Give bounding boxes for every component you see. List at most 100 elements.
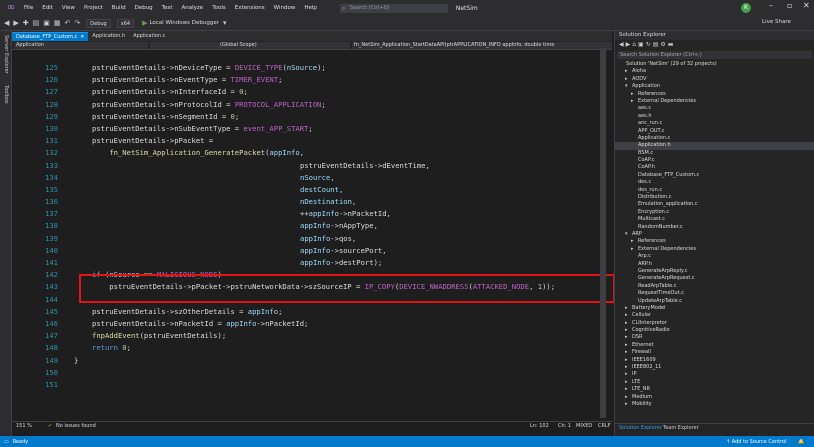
- expanded-icon: ▾: [625, 230, 628, 237]
- tab-close-icon[interactable]: ✕: [80, 34, 84, 40]
- tab-application-h[interactable]: Application.h: [88, 32, 129, 41]
- menu-test[interactable]: Test: [162, 5, 173, 11]
- dropdown-icon[interactable]: ▾: [223, 19, 227, 27]
- tree-item[interactable]: ▸ DSR: [615, 334, 814, 341]
- toolbox-tab[interactable]: Toolbox: [3, 85, 9, 104]
- config-select[interactable]: Debug: [86, 18, 111, 28]
- tree-item[interactable]: ▸ External Dependencies: [615, 246, 814, 253]
- forward-icon[interactable]: ▶: [13, 19, 18, 27]
- menu-debug[interactable]: Debug: [135, 5, 153, 11]
- tree-item[interactable]: ARP.h: [615, 261, 814, 268]
- tree-item[interactable]: ▸ AODV: [615, 76, 814, 83]
- tree-item[interactable]: UpdateArpTable.c: [615, 298, 814, 305]
- server-explorer-tab[interactable]: Server Explorer: [3, 35, 9, 74]
- tree-item[interactable]: Database_FTP_Custom.c: [615, 172, 814, 179]
- notification-icon[interactable]: 🔔: [798, 439, 804, 445]
- menu-analyze[interactable]: Analyze: [182, 5, 204, 11]
- project-dropdown[interactable]: Application: [14, 41, 148, 49]
- zoom-level[interactable]: 151 %: [16, 423, 32, 429]
- tree-item[interactable]: anc_run.c: [615, 120, 814, 127]
- tree-item[interactable]: Multicast.c: [615, 216, 814, 223]
- tree-item[interactable]: BSM.c: [615, 150, 814, 157]
- run-debugger-button[interactable]: Local Windows Debugger: [149, 20, 219, 26]
- back-icon[interactable]: ◀: [4, 19, 9, 27]
- tree-item[interactable]: ▸ LTE: [615, 379, 814, 386]
- close-icon[interactable]: ✕: [803, 1, 810, 10]
- live-share-button[interactable]: Live Share: [762, 19, 791, 25]
- issues-status[interactable]: No issues found: [56, 423, 96, 429]
- tree-item[interactable]: Application.h: [615, 142, 814, 150]
- tree-item[interactable]: Emulation_application.c: [615, 201, 814, 208]
- tree-item[interactable]: ▸ References: [615, 91, 814, 98]
- platform-select[interactable]: x64: [116, 18, 135, 28]
- collapsed-icon: ▸: [625, 68, 628, 75]
- tree-item[interactable]: ▸ CognitiveRadio: [615, 327, 814, 334]
- tree-item[interactable]: aes.c: [615, 105, 814, 112]
- tree-item[interactable]: APP_OUT.c: [615, 128, 814, 135]
- new-item-icon[interactable]: ✚: [23, 19, 29, 27]
- tree-item[interactable]: ▸ References: [615, 238, 814, 245]
- tree-item[interactable]: ▸ IEEE1609: [615, 357, 814, 364]
- open-icon[interactable]: ▤: [33, 19, 40, 27]
- tab-team-explorer[interactable]: Team Explorer: [663, 425, 699, 431]
- menu-help[interactable]: Help: [304, 5, 317, 11]
- editor-scrollbar[interactable]: [600, 48, 606, 418]
- tree-item[interactable]: ▸ Firewall: [615, 349, 814, 356]
- solution-explorer-toolbar[interactable]: ◀▶⌂▣↻▤⚙▬: [615, 40, 814, 50]
- menu-view[interactable]: View: [62, 5, 75, 11]
- tree-item[interactable]: ▸ External Dependencies: [615, 98, 814, 105]
- tree-item[interactable]: ▸ CLIInterpretor: [615, 320, 814, 327]
- tree-item[interactable]: GenerateArpRequest.c: [615, 275, 814, 282]
- menu-tools[interactable]: Tools: [212, 5, 226, 11]
- search-input[interactable]: ⌕ Search (Ctrl+Q): [339, 3, 448, 13]
- menu-edit[interactable]: Edit: [42, 5, 53, 11]
- tree-item[interactable]: ▾ ARP: [615, 231, 814, 238]
- tree-item[interactable]: Application.c: [615, 135, 814, 142]
- tree-item[interactable]: RandomNumber.c: [615, 224, 814, 231]
- tree-item[interactable]: ▸ Medium: [615, 394, 814, 401]
- tab-database-ftp-custom[interactable]: Database_FTP_Custom.c ✕: [12, 32, 89, 41]
- tree-item[interactable]: ▾ Application: [615, 83, 814, 90]
- tree-item[interactable]: ▸ IP: [615, 371, 814, 378]
- account-avatar[interactable]: K: [741, 3, 751, 13]
- member-dropdown[interactable]: fn_NetSim_Application_StartDataAPI(ptrAP…: [352, 41, 612, 49]
- minimize-icon[interactable]: –: [769, 1, 773, 10]
- tree-item[interactable]: ▸ Mobility: [615, 401, 814, 408]
- maximize-icon[interactable]: ▫: [787, 1, 792, 10]
- tree-item[interactable]: des.c: [615, 179, 814, 186]
- tree-item[interactable]: ReadArpTable.c: [615, 283, 814, 290]
- tree-item[interactable]: aes.h: [615, 113, 814, 120]
- tree-item[interactable]: ▸ Cellular: [615, 312, 814, 319]
- tree-item[interactable]: Encryption.c: [615, 209, 814, 216]
- save-icon[interactable]: ▣: [43, 19, 50, 27]
- tree-item[interactable]: des_run.c: [615, 187, 814, 194]
- tree-item[interactable]: CoAP.h: [615, 164, 814, 171]
- tree-item[interactable]: Arp.c: [615, 253, 814, 260]
- menu-build[interactable]: Build: [112, 5, 126, 11]
- tree-item[interactable]: CoAP.c: [615, 157, 814, 164]
- save-all-icon[interactable]: ▦: [54, 19, 61, 27]
- play-icon[interactable]: ▶: [142, 19, 147, 27]
- add-to-source-control-button[interactable]: ↑ Add to Source Control: [726, 439, 787, 445]
- tab-solution-explorer[interactable]: Solution Explorer: [619, 425, 662, 431]
- tree-item[interactable]: Solution 'NetSim' (29 of 32 projects): [615, 61, 814, 68]
- visual-studio-logo-icon: ∞: [6, 2, 16, 13]
- undo-icon[interactable]: ↶: [65, 19, 71, 27]
- menu-file[interactable]: File: [24, 5, 33, 11]
- tree-item[interactable]: ▸ LTE_NR: [615, 386, 814, 393]
- tree-item[interactable]: ▸ Aloha: [615, 68, 814, 75]
- code-area[interactable]: 125 pstruEventDetails->nDeviceType = DEVI…: [12, 50, 612, 431]
- tree-item[interactable]: ▸ Ethernet: [615, 342, 814, 349]
- menu-window[interactable]: Window: [274, 5, 296, 11]
- tree-item[interactable]: ▸ IEEE802_11: [615, 364, 814, 371]
- scope-dropdown[interactable]: (Global Scope): [150, 41, 350, 49]
- solution-search-input[interactable]: Search Solution Explorer (Ctrl+;): [617, 51, 812, 59]
- tree-item[interactable]: RequestTimeOut.c: [615, 290, 814, 297]
- menu-project[interactable]: Project: [84, 5, 103, 11]
- tree-item[interactable]: GenerateArpReply.c: [615, 268, 814, 275]
- tree-item[interactable]: ▸ BatteryModel: [615, 305, 814, 312]
- redo-icon[interactable]: ↷: [74, 19, 80, 27]
- menu-extensions[interactable]: Extensions: [235, 5, 265, 11]
- tree-item[interactable]: Distribution.c: [615, 194, 814, 201]
- tab-application-c[interactable]: Application.c: [129, 32, 169, 41]
